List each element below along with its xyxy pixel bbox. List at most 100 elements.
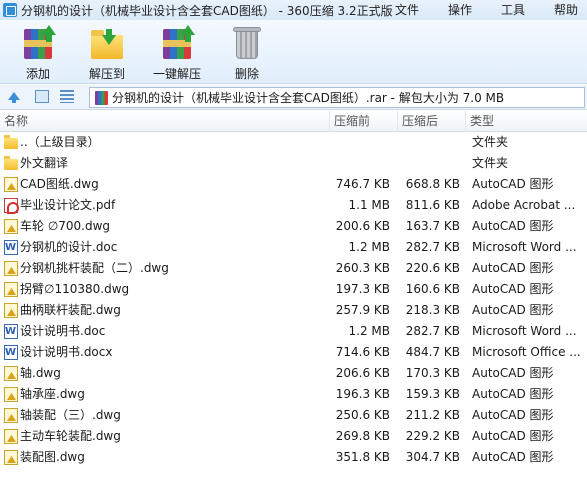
autocad-file-icon — [4, 450, 18, 465]
file-name: CAD图纸.dwg — [20, 177, 99, 191]
file-name: 轴承座.dwg — [20, 387, 85, 401]
column-packed[interactable]: 压缩后 — [398, 111, 466, 132]
app-icon — [3, 3, 17, 17]
file-packed-size — [398, 132, 460, 153]
menu-help[interactable]: 帮助 — [554, 0, 587, 20]
menu-operate[interactable]: 操作 — [448, 0, 481, 20]
file-size: 200.6 KB — [335, 219, 390, 233]
file-size: 1.1 MB — [348, 198, 390, 212]
file-type: Microsoft Word ... — [472, 240, 577, 254]
file-name: 车轮 ∅700.dwg — [20, 219, 111, 233]
file-name: 分钢机挑杆装配（二）.dwg — [20, 261, 169, 275]
one-click-extract-icon — [159, 25, 195, 61]
file-row[interactable]: 主动车轮装配.dwg 269.8 KB 229.2 KB AutoCAD 图形 — [0, 426, 587, 447]
menu-tools[interactable]: 工具 — [501, 0, 534, 20]
pdf-file-icon — [4, 198, 19, 214]
file-size: 196.3 KB — [335, 387, 390, 401]
file-name: 拐臂∅110380.dwg — [20, 282, 130, 296]
file-row[interactable]: 拐臂∅110380.dwg 197.3 KB 160.6 KB AutoCAD 图形 — [0, 279, 587, 300]
file-type: AutoCAD 图形 — [472, 387, 554, 401]
add-button-label: 添加 — [25, 67, 50, 81]
one-click-extract-button[interactable]: 一键解压 — [147, 22, 207, 82]
file-row[interactable]: 毕业设计论文.pdf 1.1 MB 811.6 KB Adobe Acrobat ..… — [0, 195, 587, 216]
column-header: 名称 压缩前 压缩后 类型 — [0, 111, 587, 132]
file-row[interactable]: 设计说明书.doc 1.2 MB 282.7 KB Microsoft Word ..… — [0, 321, 587, 342]
archive-icon — [95, 90, 108, 105]
menu-file[interactable]: 文件 — [395, 0, 428, 20]
file-packed-size: 160.6 KB — [405, 282, 460, 296]
file-name: 设计说明书.doc — [20, 324, 106, 338]
extract-to-button-label: 解压到 — [88, 67, 125, 81]
autocad-file-icon — [4, 387, 18, 402]
file-size: 269.8 KB — [335, 429, 390, 443]
file-packed-size: 668.8 KB — [405, 177, 460, 191]
toolbar: 添加 解压到 一键解压 删除 — [0, 20, 587, 84]
file-name: 曲柄联杆装配.dwg — [20, 303, 121, 317]
column-size[interactable]: 压缩前 — [330, 111, 398, 132]
file-type: AutoCAD 图形 — [472, 219, 554, 233]
file-name: 分钢机的设计.doc — [20, 240, 118, 254]
autocad-file-icon — [4, 261, 18, 276]
file-size — [330, 132, 390, 153]
address-field[interactable]: 分钢机的设计（机械毕业设计含全套CAD图纸）.rar - 解包大小为 7.0 M… — [89, 87, 585, 108]
folder-icon — [4, 156, 18, 170]
one-click-extract-label: 一键解压 — [152, 67, 201, 81]
file-packed-size: 304.7 KB — [405, 450, 460, 464]
file-size: 1.2 MB — [348, 324, 390, 338]
trash-icon — [229, 25, 265, 61]
word-file-icon — [4, 321, 18, 342]
file-packed-size — [398, 153, 460, 174]
add-button[interactable]: 添加 — [8, 22, 68, 82]
file-row[interactable]: 轴承座.dwg 196.3 KB 159.3 KB AutoCAD 图形 — [0, 384, 587, 405]
file-packed-size: 220.6 KB — [405, 261, 460, 275]
file-name: 设计说明书.docx — [20, 345, 113, 359]
file-row[interactable]: 轴装配（三）.dwg 250.6 KB 211.2 KB AutoCAD 图形 — [0, 405, 587, 426]
file-size: 1.2 MB — [348, 240, 390, 254]
file-size: 351.8 KB — [335, 450, 390, 464]
column-type[interactable]: 类型 — [466, 111, 587, 132]
file-type: AutoCAD 图形 — [472, 366, 554, 380]
file-type: 文件夹 — [472, 156, 509, 170]
address-bar: 分钢机的设计（机械毕业设计含全套CAD图纸）.rar - 解包大小为 7.0 M… — [0, 85, 587, 110]
add-archive-icon — [20, 25, 56, 61]
file-row[interactable]: ..（上级目录） 文件夹 — [0, 132, 587, 153]
title-bar: 分钢机的设计（机械毕业设计含全套CAD图纸） - 360压缩 3.2正式版 文件… — [0, 0, 587, 20]
file-row[interactable]: 装配图.dwg 351.8 KB 304.7 KB AutoCAD 图形 — [0, 447, 587, 468]
file-packed-size: 811.6 KB — [405, 198, 460, 212]
file-list: ..（上级目录） 文件夹 外文翻译 文件夹 CAD图纸.dwg 746.7 KB 668.8… — [0, 132, 587, 468]
window-title: 分钢机的设计（机械毕业设计含全套CAD图纸） - 360压缩 3.2正式版 — [21, 3, 393, 18]
file-packed-size: 282.7 KB — [405, 324, 460, 338]
file-row[interactable]: 曲柄联杆装配.dwg 257.9 KB 218.3 KB AutoCAD 图形 — [0, 300, 587, 321]
file-name: 装配图.dwg — [20, 450, 85, 464]
file-row[interactable]: 车轮 ∅700.dwg 200.6 KB 163.7 KB AutoCAD 图形 — [0, 216, 587, 237]
file-packed-size: 229.2 KB — [405, 429, 460, 443]
file-size: 260.3 KB — [335, 261, 390, 275]
column-name[interactable]: 名称 — [0, 111, 330, 132]
list-view-icon[interactable] — [60, 90, 74, 103]
file-row[interactable]: CAD图纸.dwg 746.7 KB 668.8 KB AutoCAD 图形 — [0, 174, 587, 195]
file-row[interactable]: 分钢机挑杆装配（二）.dwg 260.3 KB 220.6 KB AutoCAD 图形 — [0, 258, 587, 279]
file-size: 250.6 KB — [335, 408, 390, 422]
file-name: 主动车轮装配.dwg — [20, 429, 121, 443]
delete-button-label: 删除 — [234, 67, 259, 81]
file-size: 257.9 KB — [335, 303, 390, 317]
file-type: AutoCAD 图形 — [472, 408, 554, 422]
address-path: 分钢机的设计（机械毕业设计含全套CAD图纸）.rar - 解包大小为 7.0 M… — [112, 91, 505, 105]
file-packed-size: 159.3 KB — [405, 387, 460, 401]
file-name: 轴装配（三）.dwg — [20, 408, 121, 422]
thumbnail-view-icon[interactable] — [35, 90, 49, 103]
file-type: AutoCAD 图形 — [472, 261, 554, 275]
file-type: 文件夹 — [472, 135, 509, 149]
autocad-file-icon — [4, 366, 18, 381]
file-type: AutoCAD 图形 — [472, 429, 554, 443]
autocad-file-icon — [4, 429, 18, 444]
up-arrow-icon[interactable] — [8, 92, 20, 103]
file-row[interactable]: 分钢机的设计.doc 1.2 MB 282.7 KB Microsoft Word .… — [0, 237, 587, 258]
extract-to-button[interactable]: 解压到 — [77, 22, 137, 82]
file-row[interactable]: 轴.dwg 206.6 KB 170.3 KB AutoCAD 图形 — [0, 363, 587, 384]
delete-button[interactable]: 删除 — [217, 22, 277, 82]
file-type: AutoCAD 图形 — [472, 177, 554, 191]
file-row[interactable]: 设计说明书.docx 714.6 KB 484.7 KB Microsoft Offi… — [0, 342, 587, 363]
extract-folder-icon — [89, 25, 125, 61]
file-row[interactable]: 外文翻译 文件夹 — [0, 153, 587, 174]
